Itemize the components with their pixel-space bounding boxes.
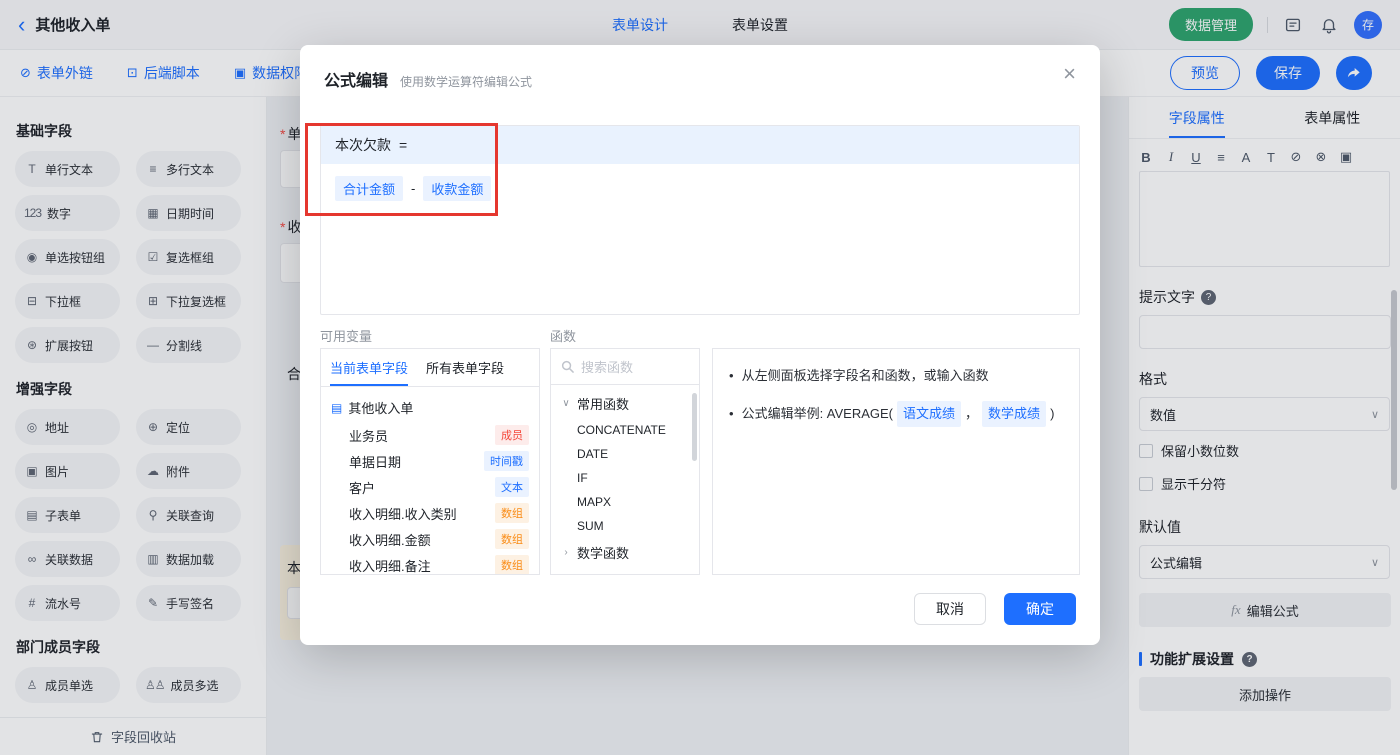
modal-subtitle: 使用数学运算符编辑公式 bbox=[400, 75, 533, 89]
variables-tabs: 当前表单字段 所有表单字段 bbox=[321, 349, 539, 387]
cancel-button[interactable]: 取消 bbox=[914, 593, 986, 625]
variable-field-row[interactable]: 单据日期 时间戳 bbox=[321, 448, 539, 474]
help-example-prefix: 公式编辑举例: AVERAGE( bbox=[741, 406, 894, 422]
function-group-common[interactable]: ∨ 常用函数 bbox=[551, 389, 699, 418]
variable-field-list: 业务员 成员 单据日期 时间戳 客户 文本 收入明细.收入类别 数组 收入明细.… bbox=[321, 422, 539, 574]
equals-sign: = bbox=[399, 137, 408, 153]
example-field-chip: 数学成绩 bbox=[982, 401, 1047, 428]
formula-editor[interactable]: 本次欠款 = 合计金额 - 收款金额 bbox=[320, 125, 1080, 315]
function-item[interactable]: IF bbox=[551, 466, 699, 490]
function-item[interactable]: SUM bbox=[551, 514, 699, 538]
formula-target: 本次欠款 bbox=[335, 137, 391, 153]
help-example-comma: ， bbox=[965, 406, 979, 422]
modal-title: 公式编辑 bbox=[324, 73, 389, 90]
form-tree-root-label: 其他收入单 bbox=[348, 401, 414, 416]
function-group-label: 文本函数 bbox=[577, 572, 629, 574]
modal-footer: 取消 确定 bbox=[914, 593, 1076, 625]
variable-field-row[interactable]: 收入明细.收入类别 数组 bbox=[321, 500, 539, 526]
function-item[interactable]: CONCATENATE bbox=[551, 418, 699, 442]
variable-field-row[interactable]: 客户 文本 bbox=[321, 474, 539, 500]
variable-field-row[interactable]: 收入明细.备注 数组 bbox=[321, 552, 539, 574]
field-type-tag: 成员 bbox=[495, 425, 529, 445]
variable-field-row[interactable]: 业务员 成员 bbox=[321, 422, 539, 448]
formula-target-row: 本次欠款 = bbox=[321, 126, 1079, 164]
formula-expression: 合计金额 - 收款金额 bbox=[321, 164, 1079, 213]
caret-down-icon: ∨ bbox=[562, 398, 570, 409]
field-type-tag: 时间戳 bbox=[484, 451, 529, 471]
variable-field-name: 单据日期 bbox=[349, 454, 402, 470]
variables-section-label: 可用变量 bbox=[320, 329, 373, 344]
function-group-label: 常用函数 bbox=[577, 397, 630, 412]
scrollbar[interactable] bbox=[692, 393, 697, 461]
formula-token[interactable]: 收款金额 bbox=[423, 176, 492, 201]
variables-panel: 当前表单字段 所有表单字段 ▤ 其他收入单 业务员 成员 单据日期 时间戳 客户… bbox=[320, 348, 540, 575]
formula-editor-modal: 公式编辑 使用数学运算符编辑公式 × 本次欠款 = 合计金额 - 收款金额 可用… bbox=[300, 45, 1100, 645]
close-icon[interactable]: × bbox=[1063, 63, 1076, 85]
form-tree-root[interactable]: ▤ 其他收入单 bbox=[321, 393, 539, 422]
bullet-icon: • bbox=[729, 406, 734, 422]
functions-panel: 搜索函数 ∨ 常用函数 CONCATENATE DATE IF MAPX SUM bbox=[550, 348, 700, 575]
help-example-row: • 公式编辑举例: AVERAGE( 语文成绩 ， 数学成绩 ) bbox=[729, 401, 1063, 428]
confirm-button[interactable]: 确定 bbox=[1004, 593, 1076, 625]
search-placeholder: 搜索函数 bbox=[581, 360, 634, 375]
function-item[interactable]: MAPX bbox=[551, 490, 699, 514]
field-type-tag: 文本 bbox=[495, 477, 529, 497]
function-group-label: 数学函数 bbox=[577, 546, 630, 561]
field-type-tag: 数组 bbox=[495, 503, 529, 523]
function-group-math[interactable]: › 数学函数 bbox=[551, 538, 699, 567]
functions-section-label: 函数 bbox=[550, 329, 577, 344]
modal-header: 公式编辑 使用数学运算符编辑公式 bbox=[300, 45, 1100, 91]
variables-tab[interactable]: 所有表单字段 bbox=[417, 349, 513, 386]
help-tip-text: 从左侧面板选择字段名和函数，或输入函数 bbox=[741, 368, 989, 383]
field-type-tag: 数组 bbox=[495, 529, 529, 549]
variable-field-name: 收入明细.备注 bbox=[349, 558, 431, 574]
help-example-suffix: ) bbox=[1050, 406, 1055, 422]
formula-token[interactable]: - bbox=[411, 181, 415, 196]
bullet-icon: • bbox=[729, 368, 734, 383]
formula-help-panel: • 从左侧面板选择字段名和函数，或输入函数 • 公式编辑举例: AVERAGE(… bbox=[712, 348, 1080, 575]
function-list: CONCATENATE DATE IF MAPX SUM bbox=[551, 418, 699, 538]
variable-field-name: 收入明细.收入类别 bbox=[349, 506, 457, 522]
example-field-chip: 语文成绩 bbox=[897, 401, 962, 428]
caret-right-icon: › bbox=[564, 547, 568, 558]
variables-tree: ▤ 其他收入单 业务员 成员 单据日期 时间戳 客户 文本 收入明细.收入类别 … bbox=[321, 387, 539, 574]
functions-tree: ∨ 常用函数 CONCATENATE DATE IF MAPX SUM › 数学… bbox=[551, 385, 699, 574]
variable-field-name: 收入明细.金额 bbox=[349, 532, 431, 548]
field-type-tag: 数组 bbox=[495, 555, 529, 574]
function-group-text[interactable]: › 文本函数 bbox=[551, 567, 699, 574]
function-item[interactable]: DATE bbox=[551, 442, 699, 466]
document-icon: ▤ bbox=[331, 400, 343, 415]
help-tip-row: • 从左侧面板选择字段名和函数，或输入函数 bbox=[729, 365, 1063, 387]
search-icon bbox=[561, 360, 574, 373]
function-search-input[interactable]: 搜索函数 bbox=[551, 349, 699, 385]
variable-field-row[interactable]: 收入明细.金额 数组 bbox=[321, 526, 539, 552]
formula-token[interactable]: 合计金额 bbox=[335, 176, 404, 201]
variable-field-name: 业务员 bbox=[349, 428, 389, 444]
variable-field-name: 客户 bbox=[349, 480, 376, 496]
variables-tab[interactable]: 当前表单字段 bbox=[321, 349, 417, 386]
